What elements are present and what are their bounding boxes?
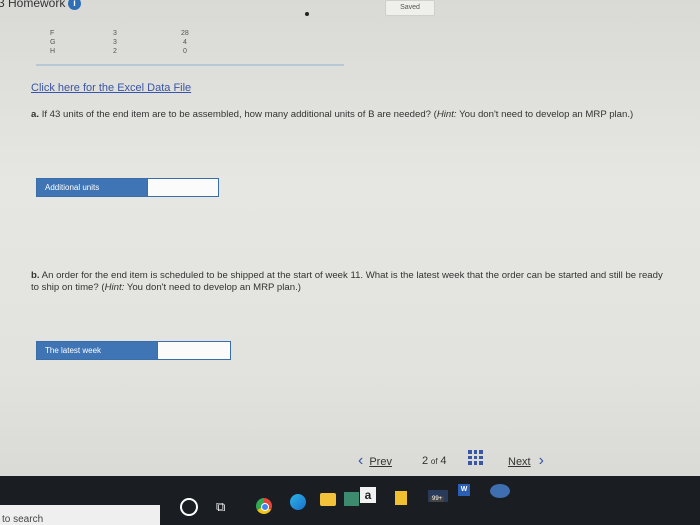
- question-b-hint: You don't need to develop an MRP plan.): [124, 282, 301, 293]
- excel-data-link[interactable]: Click here for the Excel Data File: [31, 82, 191, 94]
- assignment-title: 3 Homework: [0, 0, 66, 10]
- cortana-icon[interactable]: [180, 498, 198, 516]
- question-a-hint-label: Hint:: [436, 109, 457, 120]
- table-row: G 3 4: [50, 39, 187, 46]
- data-table: F 3 28 G 3 4 H 2 0: [36, 26, 346, 66]
- cursor-dot: [305, 12, 309, 16]
- question-a-text: If 43 units of the end item are to be as…: [41, 109, 437, 120]
- calendar-icon[interactable]: [395, 491, 407, 505]
- saved-status-button: Saved: [385, 0, 435, 16]
- additional-units-label: Additional units: [37, 179, 147, 196]
- chrome-icon[interactable]: [256, 498, 272, 514]
- search-input-text: to search: [2, 514, 44, 525]
- top-bar: 3 Homework i Saved: [0, 0, 700, 16]
- question-b-hint-label: Hint:: [104, 282, 125, 293]
- additional-units-input[interactable]: [147, 179, 218, 196]
- edge-icon[interactable]: [290, 494, 306, 510]
- mail-badge: 99+: [430, 496, 445, 502]
- table-row: H 2 0: [50, 48, 187, 55]
- media-player-icon[interactable]: [490, 484, 510, 498]
- file-explorer-icon[interactable]: [320, 493, 336, 506]
- question-a: a. If 43 units of the end item are to be…: [31, 109, 661, 121]
- word-icon[interactable]: W: [458, 484, 470, 496]
- taskbar-search[interactable]: to search: [0, 505, 160, 525]
- chevron-left-icon: ‹: [358, 452, 364, 469]
- page-indicator: 2 of 4: [422, 455, 446, 467]
- answer-row-b: The latest week: [36, 341, 231, 360]
- amazon-icon[interactable]: a: [360, 487, 376, 503]
- question-a-prefix: a.: [31, 109, 40, 120]
- next-label: Next: [508, 456, 531, 468]
- latest-week-label: The latest week: [37, 342, 157, 359]
- info-icon[interactable]: i: [68, 0, 81, 10]
- page-of: of: [430, 457, 438, 466]
- question-b: b. An order for the end item is schedule…: [31, 270, 671, 294]
- table-divider: [36, 64, 344, 66]
- store-icon[interactable]: [344, 492, 359, 506]
- page-current: 2: [422, 455, 429, 467]
- prev-button[interactable]: ‹ Prev: [358, 452, 392, 470]
- question-a-hint: You don't need to develop an MRP plan.): [456, 109, 634, 120]
- grid-icon[interactable]: [468, 450, 483, 465]
- next-button[interactable]: Next ›: [508, 452, 544, 470]
- task-view-icon[interactable]: ⧉: [216, 499, 225, 515]
- question-b-prefix: b.: [31, 270, 40, 281]
- answer-row-a: Additional units: [36, 178, 219, 197]
- prev-label: Prev: [369, 456, 392, 468]
- latest-week-input[interactable]: [157, 342, 230, 359]
- chevron-right-icon: ›: [538, 452, 544, 469]
- page-total: 4: [440, 455, 447, 467]
- table-row: F 3 28: [50, 30, 189, 37]
